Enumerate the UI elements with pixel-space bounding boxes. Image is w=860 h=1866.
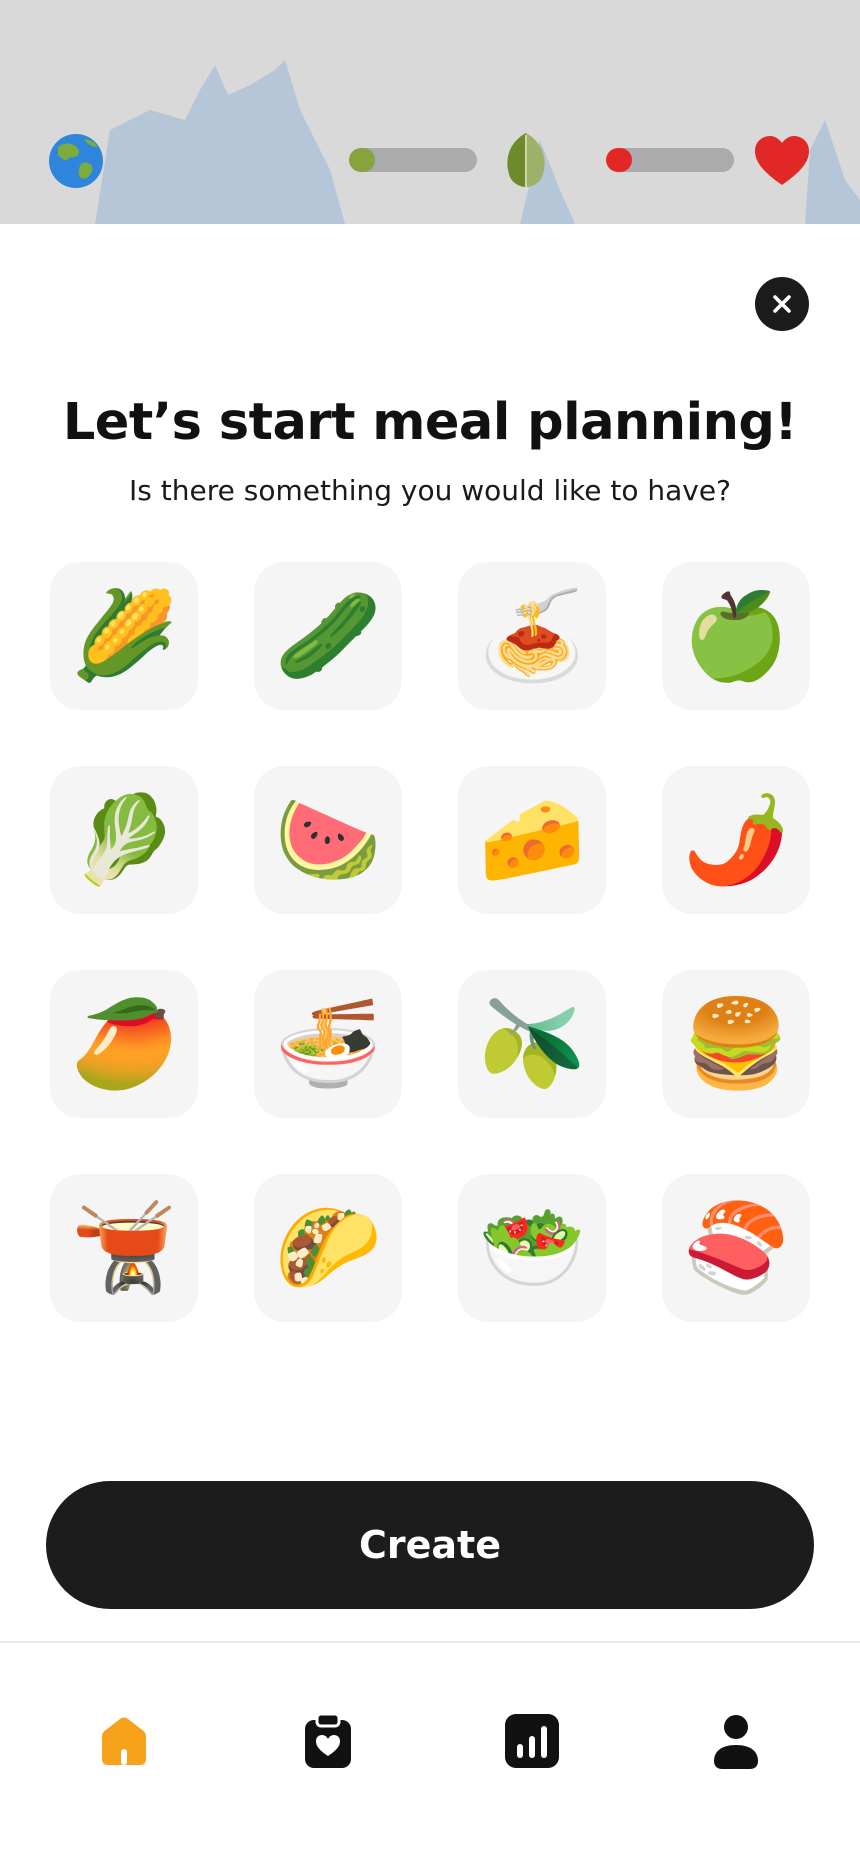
food-option-green-apple[interactable]: 🍏	[662, 562, 810, 710]
heart-icon[interactable]	[753, 135, 811, 187]
bar-chart-icon	[505, 1714, 559, 1768]
green-progress-bar	[349, 148, 477, 172]
food-option-cucumber[interactable]: 🥒	[254, 562, 402, 710]
earth-globe-icon[interactable]	[48, 133, 104, 189]
page-subtitle: Is there something you would like to hav…	[129, 474, 731, 507]
close-icon	[773, 295, 791, 313]
cucumber-icon: 🥒	[274, 586, 382, 686]
mango-icon: 🥭	[70, 994, 178, 1094]
food-option-noodle-soup[interactable]: 🍜	[254, 970, 402, 1118]
food-option-taco[interactable]: 🌮	[254, 1174, 402, 1322]
mountain-backdrop	[95, 60, 860, 224]
page-title: Let’s start meal planning!	[62, 393, 798, 452]
nav-stats[interactable]	[502, 1711, 562, 1771]
green-progress-fill	[349, 148, 375, 172]
green-salad-icon: 🥗	[478, 1198, 586, 1298]
home-icon	[102, 1717, 146, 1765]
top-status-bar	[0, 0, 860, 224]
hot-pepper-icon: 🌶️	[682, 790, 790, 890]
green-apple-icon: 🍏	[682, 586, 790, 686]
corn-icon: 🌽	[70, 586, 178, 686]
red-progress-bar	[606, 148, 734, 172]
watermelon-icon: 🍉	[274, 790, 382, 890]
food-option-watermelon[interactable]: 🍉	[254, 766, 402, 914]
sushi-icon: 🍣	[682, 1198, 790, 1298]
olive-icon: 🫒	[478, 994, 586, 1094]
food-option-hamburger[interactable]: 🍔	[662, 970, 810, 1118]
food-option-sushi[interactable]: 🍣	[662, 1174, 810, 1322]
food-option-leafy-green[interactable]: 🥬	[50, 766, 198, 914]
leafy-green-icon: 🥬	[70, 790, 178, 890]
create-button[interactable]: Create	[46, 1481, 814, 1609]
food-option-hot-pepper[interactable]: 🌶️	[662, 766, 810, 914]
clipboard-heart-icon	[305, 1712, 351, 1768]
nav-plan[interactable]	[298, 1711, 358, 1771]
food-option-mango[interactable]: 🥭	[50, 970, 198, 1118]
food-option-cheese[interactable]: 🧀	[458, 766, 606, 914]
bottom-navigation	[0, 1641, 860, 1866]
hamburger-icon: 🍔	[682, 994, 790, 1094]
food-option-olive[interactable]: 🫒	[458, 970, 606, 1118]
food-options-grid: 🌽 🥒 🍝 🍏 🥬 🍉 🧀 🌶️ 🥭 🍜 🫒 🍔 🫕 🌮 🥗 🍣	[50, 562, 810, 1322]
olive-leaf-icon[interactable]	[502, 131, 550, 189]
red-progress-fill	[606, 148, 632, 172]
fondue-icon: 🫕	[70, 1198, 178, 1298]
close-button[interactable]	[755, 277, 809, 331]
nav-profile[interactable]	[706, 1711, 766, 1771]
food-option-spaghetti[interactable]: 🍝	[458, 562, 606, 710]
taco-icon: 🌮	[274, 1198, 382, 1298]
spaghetti-icon: 🍝	[478, 586, 586, 686]
food-option-green-salad[interactable]: 🥗	[458, 1174, 606, 1322]
food-option-corn[interactable]: 🌽	[50, 562, 198, 710]
noodle-soup-icon: 🍜	[274, 994, 382, 1094]
nav-home[interactable]	[94, 1711, 154, 1771]
food-option-fondue[interactable]: 🫕	[50, 1174, 198, 1322]
cheese-icon: 🧀	[478, 790, 586, 890]
profile-icon	[714, 1715, 758, 1769]
